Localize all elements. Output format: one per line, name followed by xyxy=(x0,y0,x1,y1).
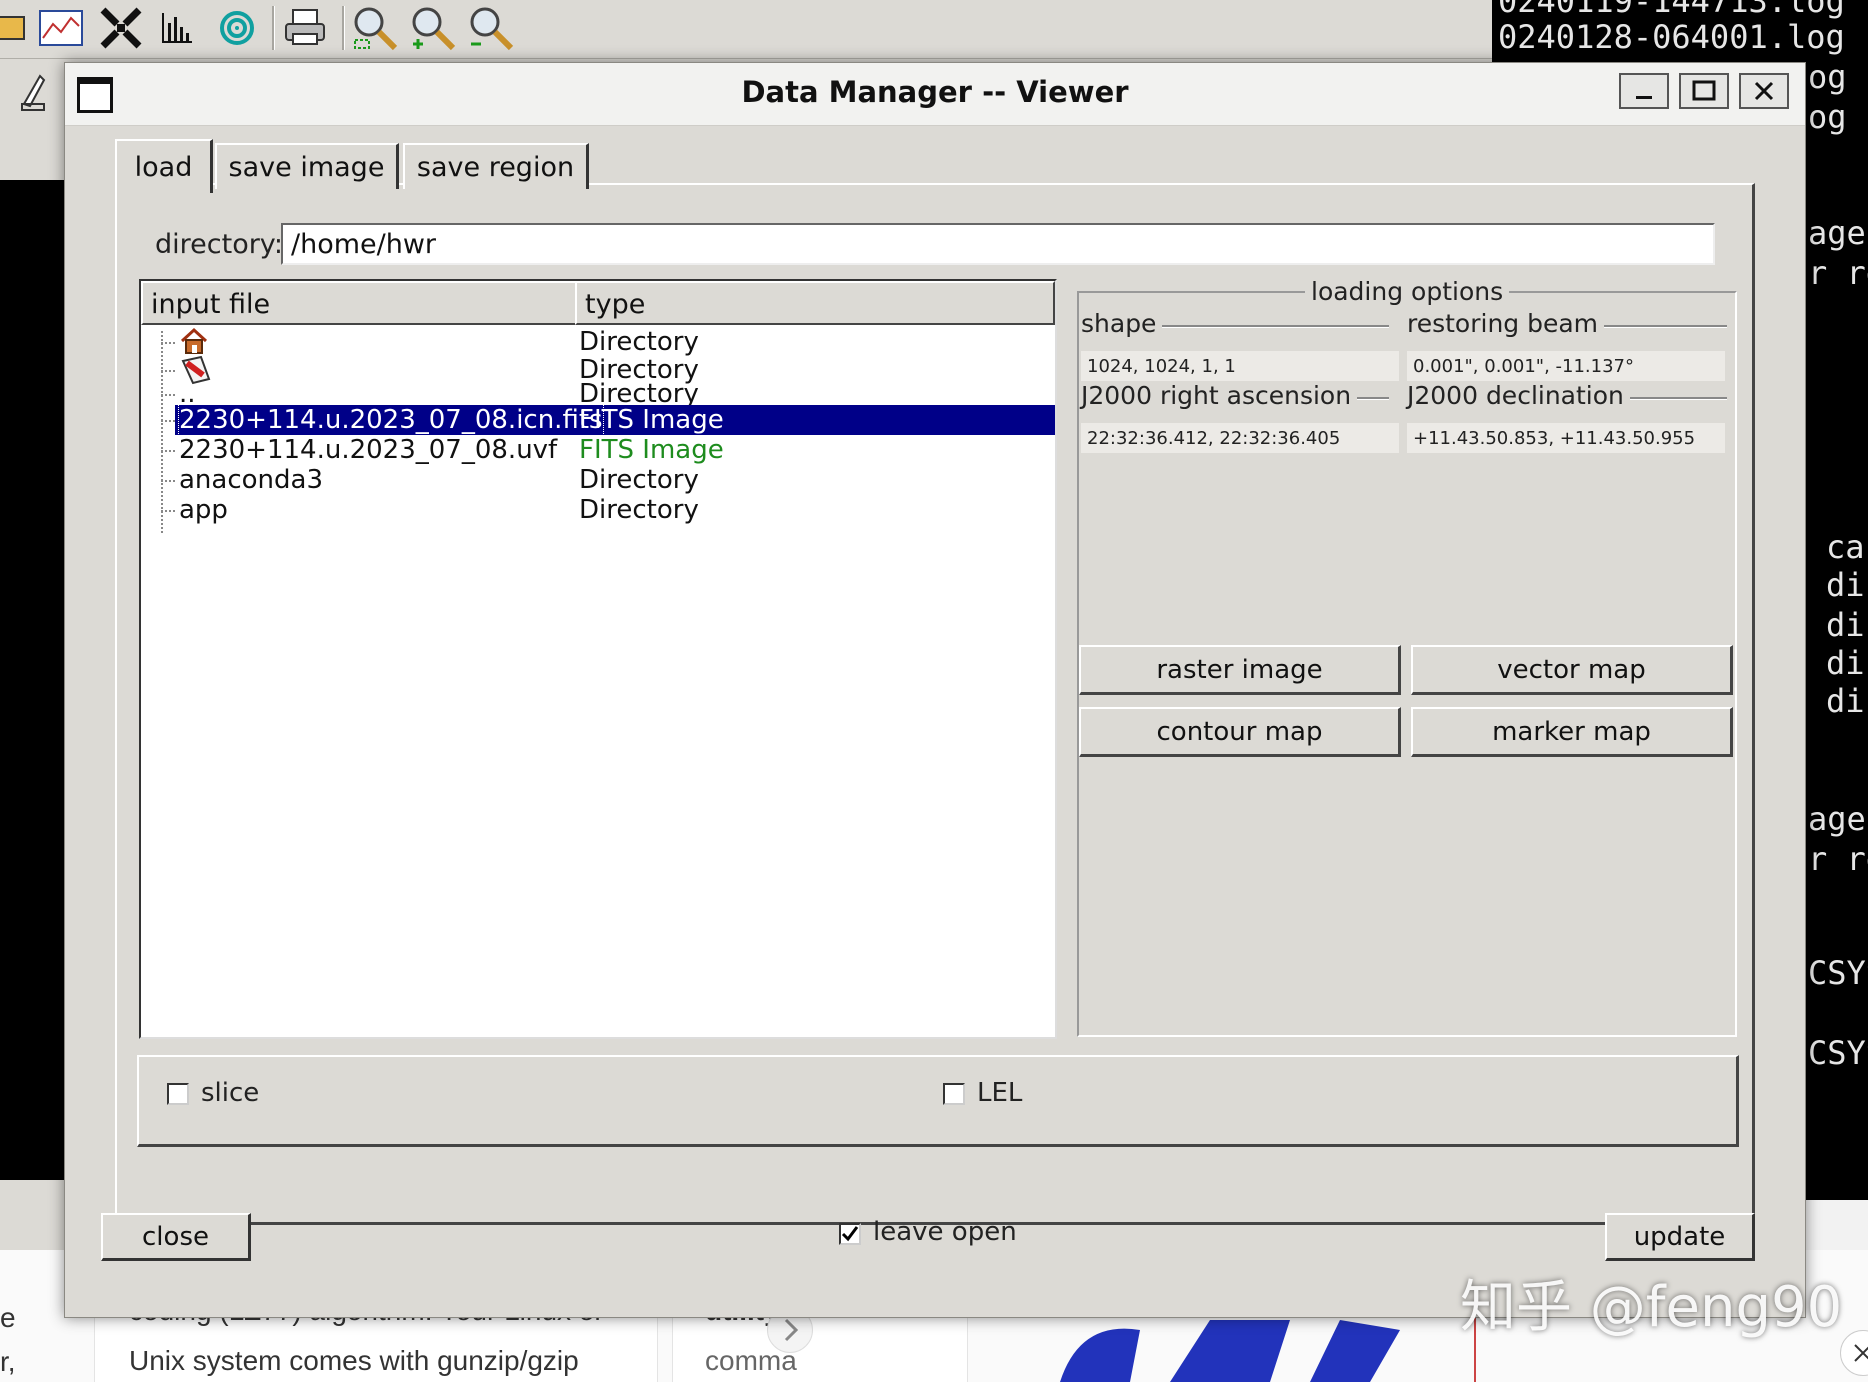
column-header-type[interactable]: type xyxy=(575,281,1055,325)
marker-map-button[interactable]: marker map xyxy=(1411,707,1733,757)
background-canvas xyxy=(0,180,70,1180)
file-type: Directory xyxy=(579,327,699,357)
toolbar-separator xyxy=(342,6,345,50)
target-icon[interactable] xyxy=(212,4,262,52)
terminal-line: r re xyxy=(1808,840,1868,878)
vector-map-button[interactable]: vector map xyxy=(1411,645,1733,695)
file-type: FITS Image xyxy=(579,435,724,465)
web-text-fragment: r, xyxy=(0,1346,16,1377)
print-icon[interactable] xyxy=(280,4,330,52)
gzip-logo-image xyxy=(1040,1310,1410,1382)
close-dialog-button[interactable]: close xyxy=(101,1213,251,1261)
background-side-strip xyxy=(0,60,70,180)
column-header-input-file[interactable]: input file xyxy=(141,281,577,325)
tree-line xyxy=(161,420,175,422)
terminal-line: og xyxy=(1808,98,1847,136)
ra-value: 22:32:36.412, 22:32:36.405 xyxy=(1081,423,1399,453)
tab-load[interactable]: load xyxy=(115,139,213,193)
terminal-line: di xyxy=(1826,566,1865,604)
close-button[interactable] xyxy=(1739,73,1789,109)
terminal-line: CSYS xyxy=(1808,954,1868,992)
maximize-icon xyxy=(1692,80,1716,101)
tree-line xyxy=(161,510,175,512)
contour-map-button[interactable]: contour map xyxy=(1079,707,1401,757)
toolbar-separator xyxy=(272,6,275,50)
list-item[interactable]: 2230+114.u.2023_07_08.uvf FITS Image xyxy=(141,435,1055,465)
file-name: 2230+114.u.2023_07_08.icn.fits xyxy=(178,404,604,436)
file-list[interactable]: input file type Directory Directory .. D… xyxy=(139,279,1057,1039)
terminal-line: di xyxy=(1826,682,1865,720)
chart-icon[interactable] xyxy=(36,4,86,52)
file-name: anaconda3 xyxy=(179,465,324,495)
close-icon xyxy=(1754,81,1774,101)
terminal-line: age xyxy=(1808,800,1866,838)
checkmark-icon xyxy=(841,1226,859,1242)
tab-save-region[interactable]: save region xyxy=(403,143,589,189)
terminal-line: age xyxy=(1808,214,1866,252)
terminal-line: r re xyxy=(1808,254,1868,292)
watermark-text: 知乎 @feng90 xyxy=(1460,1275,1843,1340)
leave-open-checkbox[interactable] xyxy=(839,1223,861,1245)
slice-label[interactable]: slice xyxy=(201,1078,259,1108)
terminal-line: CSYS xyxy=(1808,1034,1868,1072)
restoring-beam-label: restoring beam xyxy=(1407,309,1605,338)
list-item-selected[interactable]: 2230+114.u.2023_07_08.icn.fits FITS Imag… xyxy=(141,404,1055,436)
list-item[interactable]: Directory xyxy=(141,327,1055,357)
minimize-icon xyxy=(1636,96,1652,99)
file-type: FITS Image xyxy=(579,405,724,435)
slice-checkbox[interactable] xyxy=(167,1083,189,1105)
terminal-line: ca xyxy=(1826,528,1865,566)
tree-line xyxy=(161,370,175,372)
web-card-text: Unix system comes with gunzip/gzip xyxy=(129,1345,579,1376)
histogram-icon[interactable] xyxy=(152,4,202,52)
pen-icon[interactable] xyxy=(18,68,48,116)
zoom-fit-icon[interactable] xyxy=(350,4,400,52)
tab-save-image[interactable]: save image xyxy=(215,143,399,189)
options-frame xyxy=(137,1055,1739,1147)
maximize-button[interactable] xyxy=(1679,73,1729,109)
zoom-in-icon[interactable] xyxy=(408,4,458,52)
file-name: app xyxy=(179,495,228,525)
background-toolbar xyxy=(0,0,1492,59)
shape-value: 1024, 1024, 1, 1 xyxy=(1081,351,1399,381)
dec-value: +11.43.50.853, +11.43.50.955 xyxy=(1407,423,1725,453)
title-bar[interactable]: Data Manager -- Viewer xyxy=(65,63,1805,126)
list-item[interactable]: app Directory xyxy=(141,495,1055,525)
tree-line xyxy=(161,342,175,344)
lel-checkbox[interactable] xyxy=(943,1083,965,1105)
leave-open-label[interactable]: leave open xyxy=(873,1217,1017,1247)
lel-label[interactable]: LEL xyxy=(977,1078,1022,1108)
tree-line xyxy=(161,450,175,452)
data-manager-dialog: Data Manager -- Viewer load save image s… xyxy=(64,62,1806,1318)
directory-input[interactable] xyxy=(281,223,1715,265)
zoom-out-icon[interactable] xyxy=(466,4,516,52)
tree-line xyxy=(161,394,175,396)
window-title: Data Manager -- Viewer xyxy=(741,75,1129,109)
dec-label: J2000 declination xyxy=(1407,381,1630,410)
file-type: Directory xyxy=(579,465,699,495)
loading-options-title: loading options xyxy=(1305,277,1510,306)
file-type: Directory xyxy=(579,495,699,525)
terminal-line: 0240119-144713.log xyxy=(1498,0,1845,20)
image-icon[interactable] xyxy=(0,4,36,52)
update-button[interactable]: update xyxy=(1605,1213,1755,1261)
fit-icon[interactable] xyxy=(96,4,146,52)
minimize-button[interactable] xyxy=(1619,73,1669,109)
terminal-line: og xyxy=(1808,58,1847,96)
close-icon[interactable] xyxy=(1840,1330,1868,1376)
web-text-fragment: e xyxy=(0,1302,16,1333)
directory-label: directory: xyxy=(155,229,283,260)
restoring-beam-value: 0.001", 0.001", -11.137° xyxy=(1407,351,1725,381)
ra-label: J2000 right ascension xyxy=(1081,381,1358,410)
list-item[interactable]: anaconda3 Directory xyxy=(141,465,1055,495)
tree-line xyxy=(161,480,175,482)
terminal-line: 0240128-064001.log xyxy=(1498,18,1845,56)
terminal-line: di xyxy=(1826,606,1865,644)
terminal-line: di xyxy=(1826,644,1865,682)
file-name: 2230+114.u.2023_07_08.uvf xyxy=(179,435,558,465)
raster-image-button[interactable]: raster image xyxy=(1079,645,1401,695)
shape-label: shape xyxy=(1081,309,1163,338)
